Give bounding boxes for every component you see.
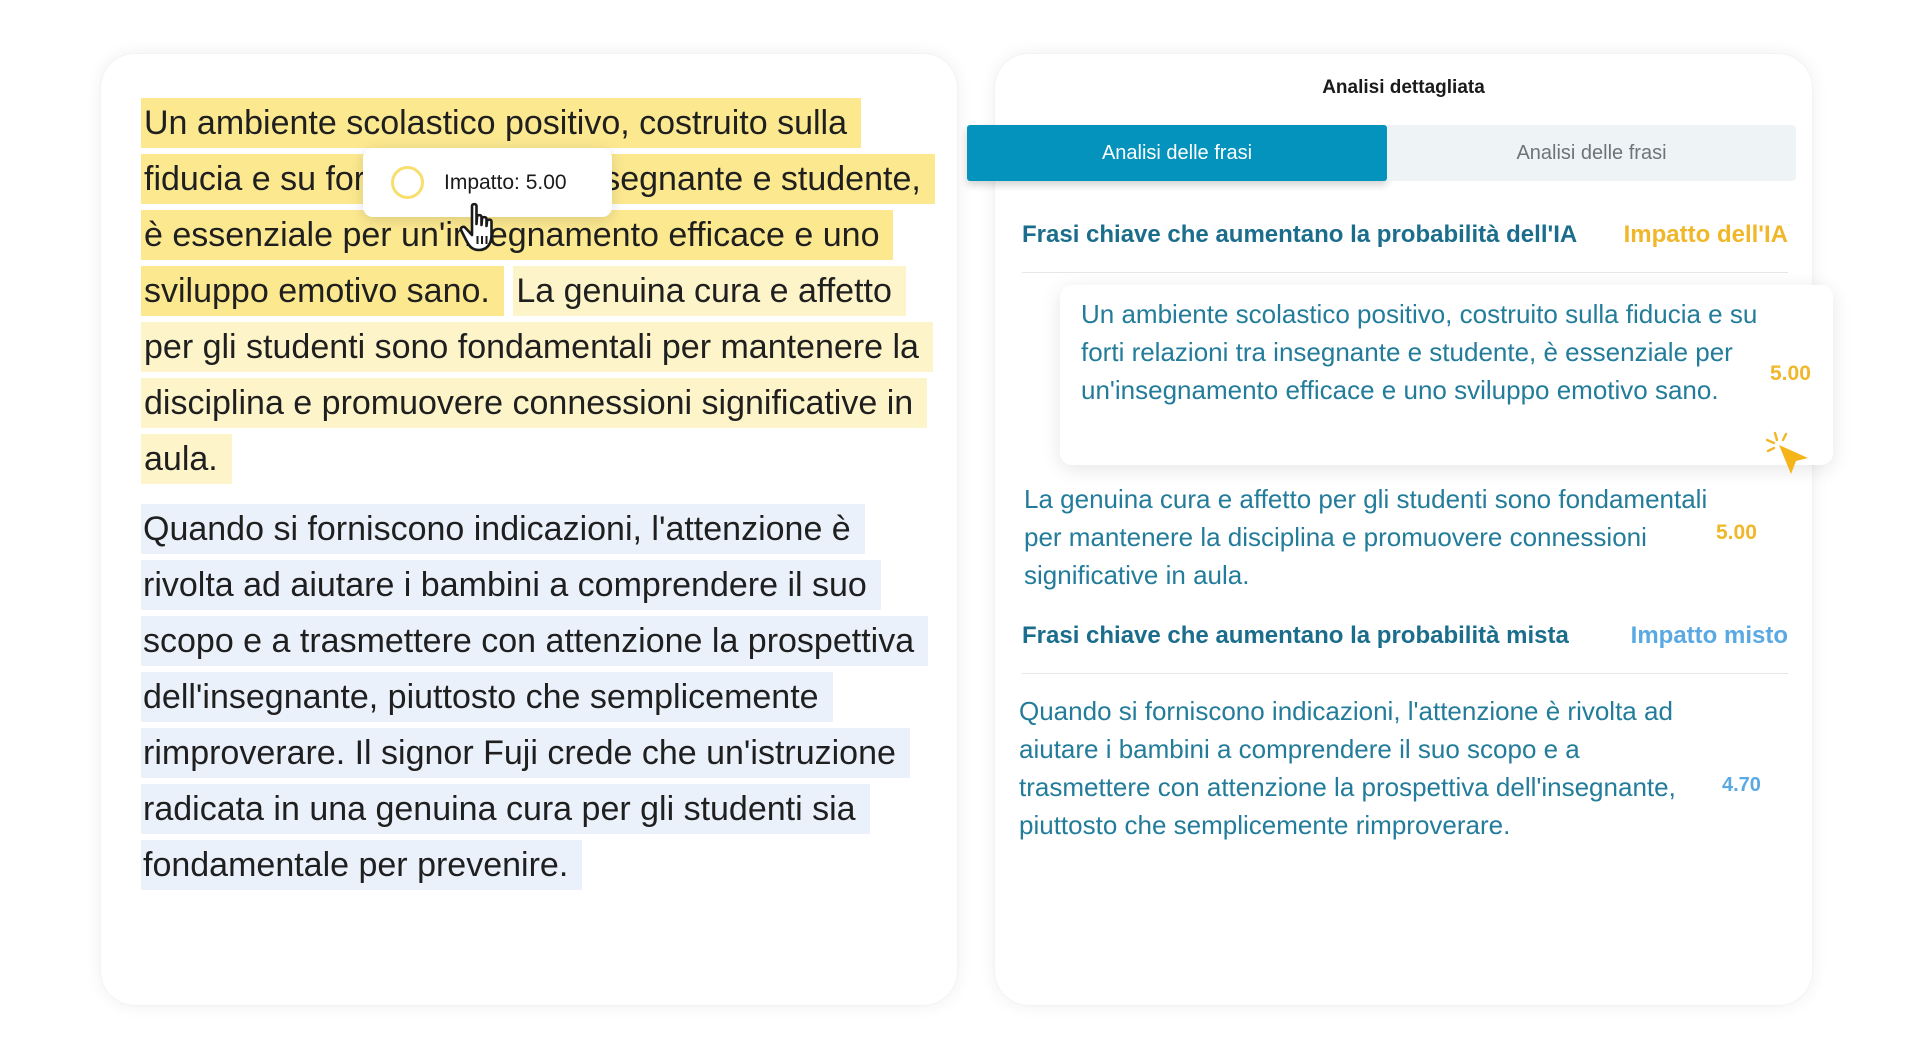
section-header-ai: Frasi chiave che aumentano la probabilit… <box>1022 221 1788 273</box>
tooltip-text: Impatto: 5.00 <box>444 170 567 194</box>
analysis-panel: Analisi dettagliata Analisi delle frasi … <box>967 54 1833 1005</box>
hand-pointer-icon <box>459 202 493 252</box>
tab-sentence-analysis[interactable]: Analisi delle frasi <box>1387 125 1796 181</box>
paragraph-mixed: Quando si forniscono indicazioni, l'atte… <box>141 501 931 893</box>
highlight-sentence-mixed[interactable]: Quando si forniscono indicazioni, l'atte… <box>141 504 929 890</box>
impact-ring-icon <box>391 166 424 199</box>
tab-sentence-analysis-active[interactable]: Analisi delle frasi <box>967 125 1387 181</box>
sentence-score: 5.00 <box>1716 521 1757 544</box>
click-cursor-icon <box>1766 431 1808 474</box>
sentence-text[interactable]: Quando si forniscono indicazioni, l'atte… <box>1019 692 1709 844</box>
document-panel: Un ambiente scolastico positivo, costrui… <box>101 54 957 1005</box>
sentence-score: 4.70 <box>1722 774 1761 796</box>
section-header-mixed: Frasi chiave che aumentano la probabilit… <box>1022 622 1788 674</box>
panel-title: Analisi dettagliata <box>1322 77 1485 98</box>
sentence-score: 5.00 <box>1770 362 1811 385</box>
sentence-item-selected[interactable]: Un ambiente scolastico positivo, costrui… <box>1060 285 1833 465</box>
sentence-text[interactable]: La genuina cura e affetto per gli studen… <box>1024 480 1714 594</box>
section-impact-label: Impatto misto <box>1630 622 1788 649</box>
section-impact-label: Impatto dell'IA <box>1623 221 1788 248</box>
sentence-text: Un ambiente scolastico positivo, costrui… <box>1081 299 1758 405</box>
section-title: Frasi chiave che aumentano la probabilit… <box>1022 221 1578 248</box>
tab-bar: Analisi delle frasi Analisi delle frasi <box>967 125 1796 184</box>
section-title: Frasi chiave che aumentano la probabilit… <box>1022 622 1569 649</box>
